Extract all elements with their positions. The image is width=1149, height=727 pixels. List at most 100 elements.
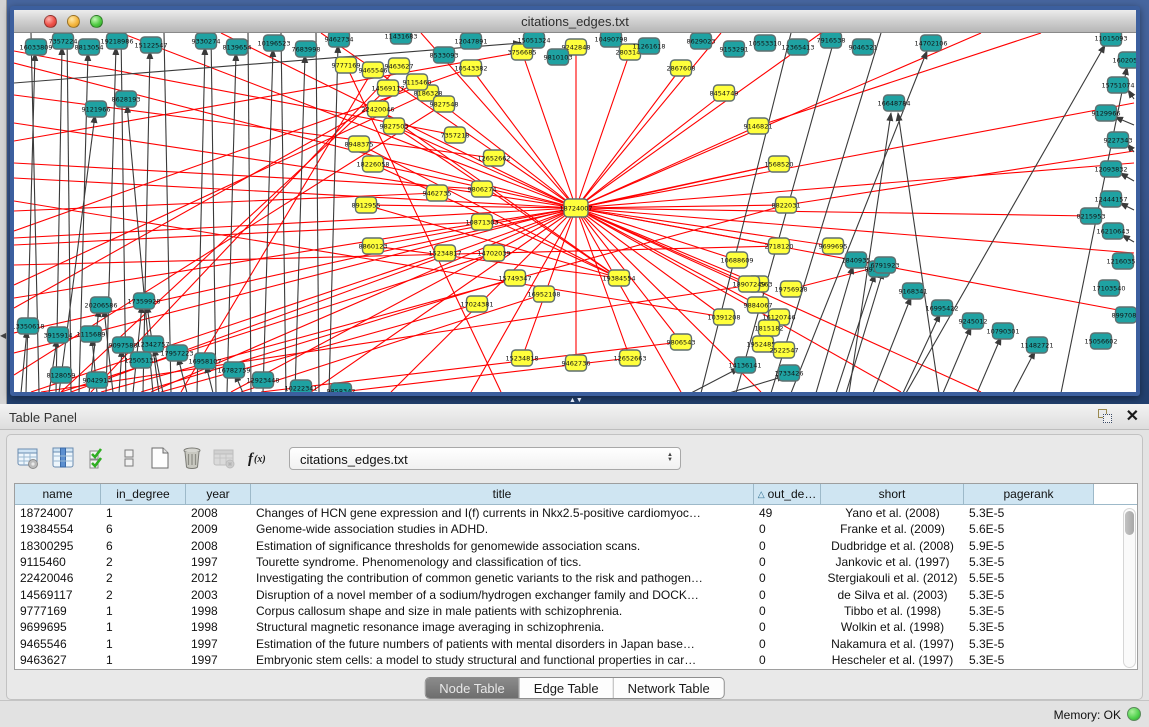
- network-canvas[interactable]: 8860123891295518226058982750381863281054…: [14, 33, 1136, 392]
- tab-network-table[interactable]: Network Table: [614, 678, 724, 698]
- table-vertical-scrollbar[interactable]: [1123, 508, 1136, 668]
- graph-node[interactable]: 8997081: [1112, 307, 1136, 323]
- graph-node[interactable]: 9245012: [959, 313, 988, 329]
- table-row[interactable]: 911546021997Tourette syndrome. Phenomeno…: [15, 554, 1137, 570]
- graph-node[interactable]: 22420046: [361, 101, 394, 117]
- delete-column-button[interactable]: [179, 445, 205, 471]
- citation-graph[interactable]: 8860123891295518226058982750381863281054…: [14, 33, 1136, 392]
- graph-node[interactable]: 9462735: [423, 185, 452, 201]
- network-window[interactable]: citations_edges.txt 88601238912955182260…: [10, 6, 1140, 396]
- graph-node[interactable]: 15234818: [505, 350, 538, 366]
- column-header-short[interactable]: short: [821, 484, 964, 505]
- table-select-dropdown[interactable]: citations_edges.txt ▲▼: [289, 447, 681, 470]
- graph-node[interactable]: 9806543: [667, 334, 696, 350]
- graph-node[interactable]: 8912955: [352, 197, 381, 213]
- graph-node[interactable]: 9121966: [82, 101, 111, 117]
- column-header-name[interactable]: name: [15, 484, 101, 505]
- graph-node[interactable]: 9115460: [403, 74, 432, 90]
- graph-node[interactable]: 16995422: [925, 300, 958, 316]
- graph-node[interactable]: 11015093: [1094, 33, 1127, 46]
- function-builder-button[interactable]: f(x): [246, 445, 272, 471]
- graph-node[interactable]: 9146821: [744, 118, 773, 134]
- column-header-out_de[interactable]: △out_de…: [754, 484, 821, 505]
- graph-node[interactable]: 9699695: [819, 238, 848, 254]
- column-header-in_degree[interactable]: in_degree: [101, 484, 186, 505]
- west-panel-collapsed[interactable]: ◀: [0, 0, 7, 404]
- graph-node[interactable]: 12652663: [613, 350, 646, 366]
- table-row[interactable]: 946554611997Estimation of the future num…: [15, 635, 1137, 651]
- graph-node[interactable]: 7357224: [49, 33, 78, 49]
- graph-node[interactable]: 12160351: [1106, 253, 1136, 269]
- graph-node[interactable]: 7683998: [292, 41, 321, 57]
- graph-node[interactable]: 15749347: [498, 270, 531, 286]
- graph-node[interactable]: 9465546: [359, 62, 388, 78]
- graph-node[interactable]: 8128059: [47, 367, 76, 383]
- graph-node[interactable]: 9462734: [325, 33, 354, 47]
- graph-node[interactable]: 12505135: [124, 352, 157, 368]
- close-panel-icon[interactable]: ✕: [1126, 406, 1139, 426]
- graph-node[interactable]: 9806274: [468, 181, 497, 197]
- graph-node[interactable]: 9129966: [1092, 105, 1121, 121]
- graph-node[interactable]: 7357218: [441, 127, 470, 143]
- table-row[interactable]: 2242004622012Investigating the contribut…: [15, 570, 1137, 586]
- graph-node[interactable]: 9777169: [332, 57, 361, 73]
- splitter-handle[interactable]: ▲▼: [569, 397, 583, 404]
- column-header-title[interactable]: title: [251, 484, 754, 505]
- graph-node[interactable]: 1568520: [765, 156, 794, 172]
- graph-node[interactable]: 1733426: [775, 365, 804, 381]
- table-row[interactable]: 1938455462009Genome-wide association stu…: [15, 521, 1137, 537]
- graph-node[interactable]: 12652662: [477, 150, 510, 166]
- graph-node[interactable]: 10196523: [257, 35, 290, 51]
- graph-node[interactable]: 15234817: [428, 245, 461, 261]
- graph-node[interactable]: 10688609: [720, 252, 753, 268]
- create-column-button[interactable]: [147, 445, 173, 471]
- network-window-titlebar[interactable]: citations_edges.txt: [14, 10, 1136, 33]
- tab-edge-table[interactable]: Edge Table: [520, 678, 614, 698]
- memory-status-icon[interactable]: [1127, 707, 1141, 721]
- graph-node[interactable]: 9153291: [720, 41, 749, 57]
- graph-node[interactable]: 8533093: [430, 47, 459, 63]
- graph-node[interactable]: 11431683: [384, 33, 417, 44]
- column-header-year[interactable]: year: [186, 484, 251, 505]
- graph-node[interactable]: 17103540: [1092, 280, 1125, 296]
- graph-node[interactable]: 9046321: [849, 39, 878, 55]
- graph-node[interactable]: 8948375: [345, 136, 374, 152]
- graph-node[interactable]: 2718120: [765, 238, 794, 254]
- table-row[interactable]: 946362711997Embryonic stem cells: a mode…: [15, 652, 1137, 668]
- graph-node[interactable]: 8454749: [710, 85, 739, 101]
- graph-node[interactable]: 15122547: [134, 37, 167, 53]
- column-header-pagerank[interactable]: pagerank: [964, 484, 1094, 505]
- graph-node[interactable]: 9827503: [380, 118, 409, 134]
- table-options-button[interactable]: [15, 445, 41, 471]
- graph-node[interactable]: 14702106: [914, 35, 947, 51]
- graph-node[interactable]: 13350618: [14, 318, 45, 334]
- graph-node[interactable]: 9227343: [1104, 132, 1133, 148]
- graph-node[interactable]: 3915914: [44, 327, 73, 343]
- graph-node[interactable]: 1815182: [755, 320, 784, 336]
- graph-node[interactable]: 9884067: [744, 297, 773, 313]
- graph-node[interactable]: 16020512: [1112, 52, 1136, 68]
- graph-node[interactable]: 17024381: [460, 296, 493, 312]
- graph-node[interactable]: 20206586: [84, 297, 117, 313]
- graph-node[interactable]: 16648784: [877, 95, 910, 111]
- show-column-button[interactable]: [50, 445, 76, 471]
- graph-node[interactable]: 16952108: [527, 286, 560, 302]
- table-row[interactable]: 1456911722003Disruption of a novel membe…: [15, 586, 1137, 602]
- graph-node[interactable]: 9858342: [327, 383, 356, 392]
- graph-node[interactable]: 1115689: [77, 326, 106, 342]
- graph-node[interactable]: 10790301: [986, 323, 1019, 339]
- graph-node[interactable]: 2867608: [667, 60, 696, 76]
- graph-node[interactable]: 8215953: [1077, 208, 1106, 224]
- collapse-arrow-icon[interactable]: ◀: [0, 331, 6, 340]
- graph-node[interactable]: 18724007: [559, 199, 592, 217]
- unselect-all-columns-button[interactable]: [116, 445, 142, 471]
- graph-node[interactable]: 9463627: [385, 58, 414, 74]
- graph-node[interactable]: 14702039: [477, 245, 510, 261]
- graph-node[interactable]: 6791923: [871, 257, 900, 273]
- graph-node[interactable]: 15751074: [1101, 77, 1134, 93]
- select-all-columns-button[interactable]: [85, 445, 111, 471]
- graph-node[interactable]: 10553310: [748, 35, 781, 51]
- graph-node[interactable]: 15056602: [1084, 333, 1117, 349]
- graph-node[interactable]: 7916538: [817, 33, 846, 48]
- scrollbar-thumb[interactable]: [1125, 511, 1134, 535]
